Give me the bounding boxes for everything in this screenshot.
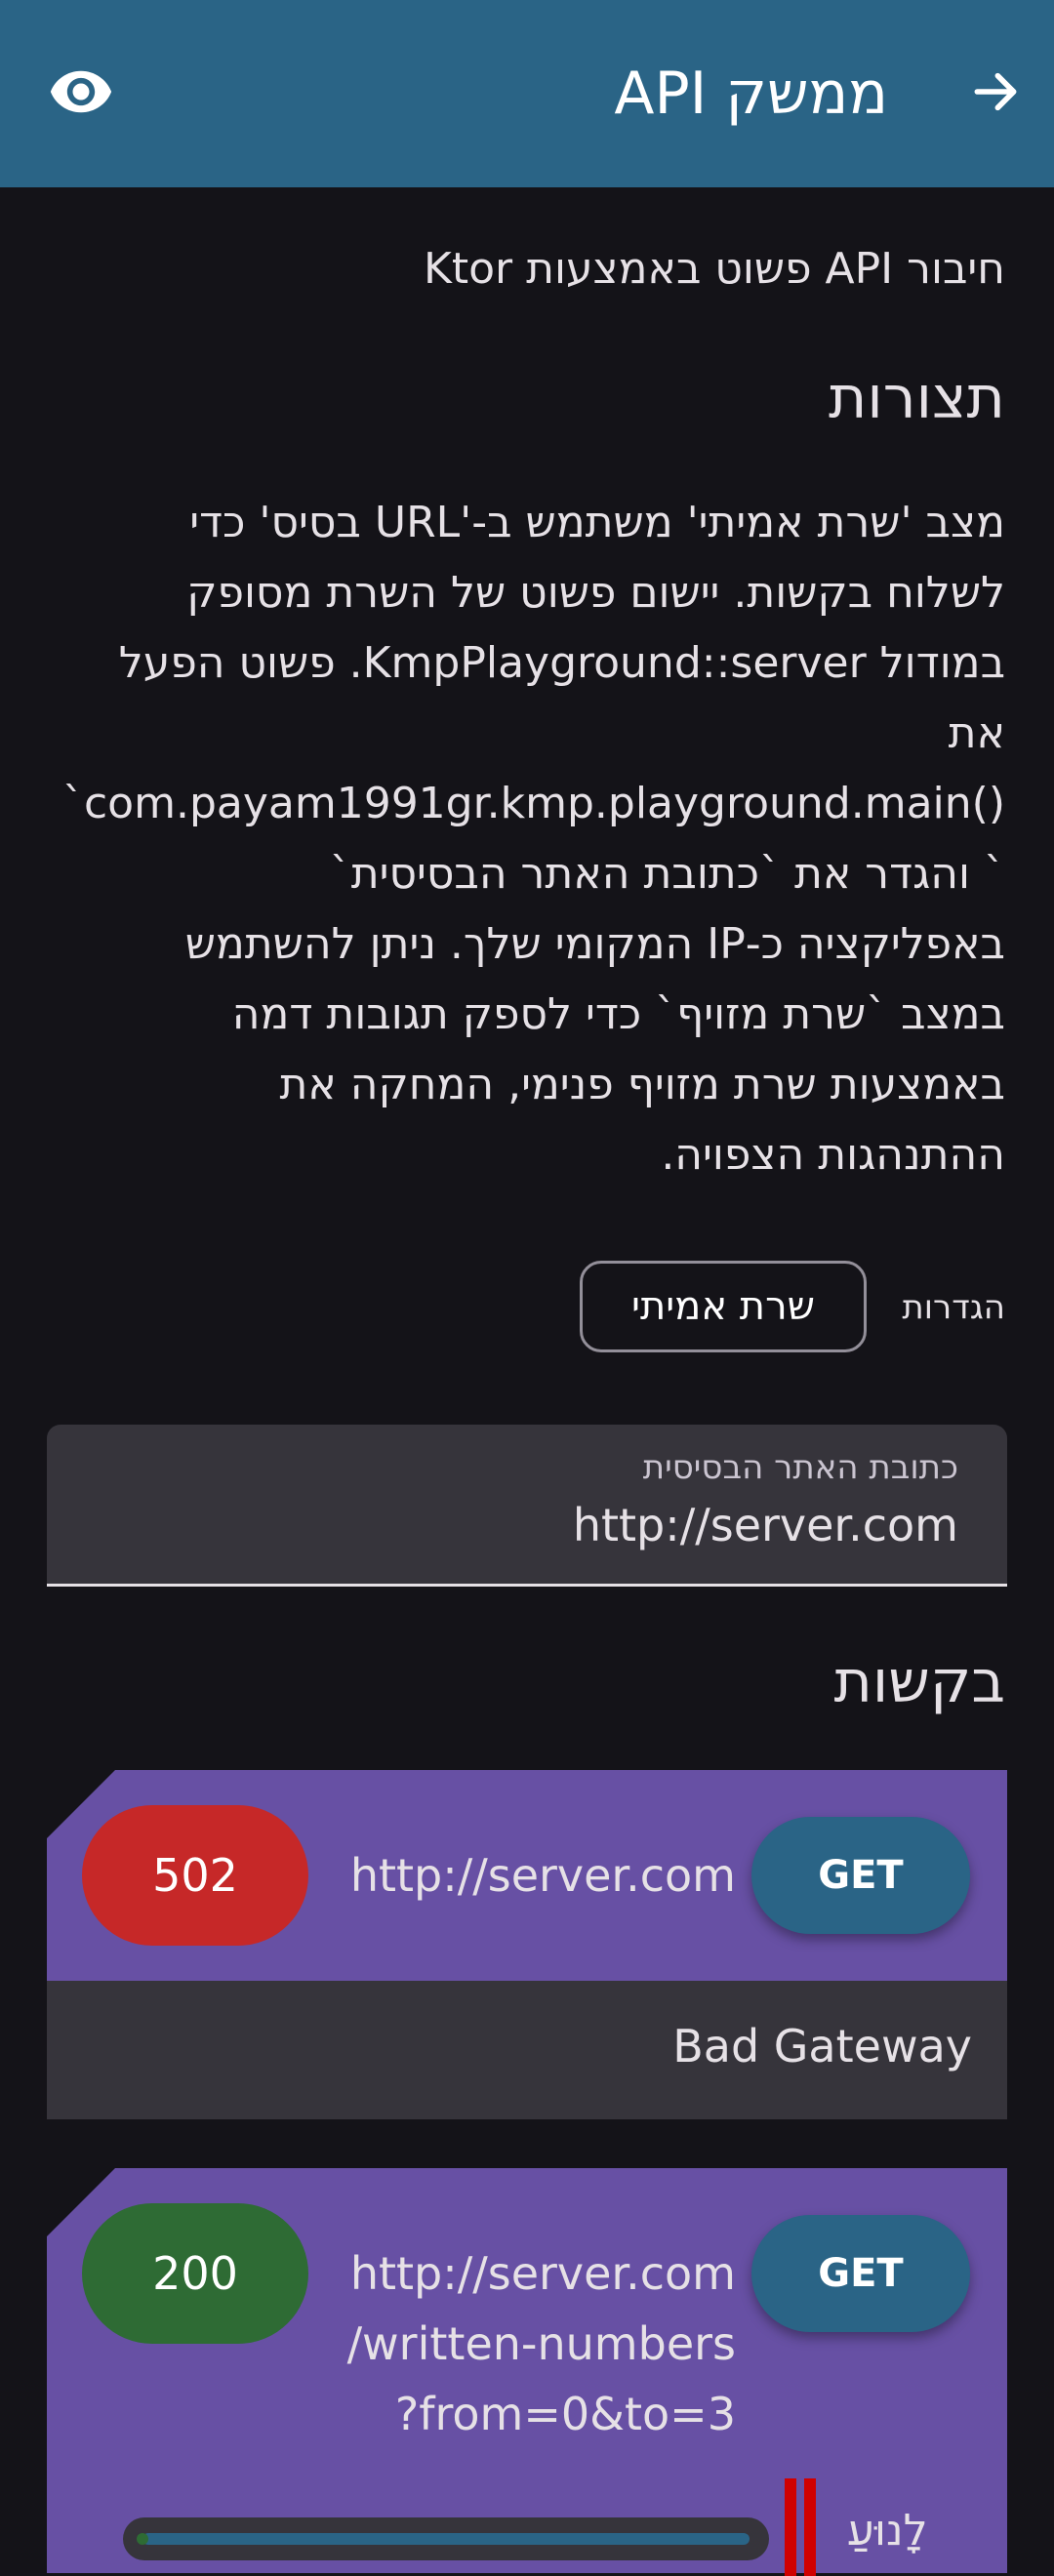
visibility-toggle-button[interactable] <box>45 60 117 123</box>
description-line: `com.payam1991gr.kmp.playground.main() <box>61 779 1005 828</box>
response-text: Bad Gateway <box>672 2020 972 2073</box>
back-button[interactable] <box>964 60 1027 123</box>
status-badge: 200 <box>82 2203 308 2344</box>
arrow-back-icon <box>974 72 1017 111</box>
description-line: מצב 'שרת אמיתי' משתמש ב-'URL בסיס' כדי <box>189 498 1005 547</box>
url-line: http://server.com <box>349 1849 736 1902</box>
page-title: ממשק API <box>614 60 888 128</box>
request-url: http://server.com <box>345 1840 736 1911</box>
config-heading: תצורות <box>828 364 1005 432</box>
config-description: מצב 'שרת אמיתי' משתמש ב-'URL בסיס' כדי ל… <box>29 488 1005 1190</box>
pause-icon[interactable] <box>785 2478 820 2576</box>
url-line: /written-numbers <box>346 2317 736 2370</box>
request-url: http://server.com /written-numbers ?from… <box>345 2238 736 2449</box>
status-badge: 502 <box>82 1805 308 1946</box>
method-button[interactable]: GET <box>751 1817 970 1934</box>
request-card-header: 502 http://server.com GET <box>47 1770 1007 1981</box>
server-mode-button[interactable]: שרת אמיתי <box>580 1261 867 1352</box>
settings-label: הגדרות <box>902 1288 1005 1327</box>
description-line: באמצעות שרת מזויף פנימי, המחקה את <box>279 1060 1005 1109</box>
base-url-input[interactable]: http://server.com <box>573 1499 958 1551</box>
progress-slider[interactable] <box>123 2517 769 2560</box>
response-body: Bad Gateway <box>47 1981 1007 2119</box>
base-url-field[interactable]: כתובת האתר הבסיסית http://server.com <box>47 1425 1007 1587</box>
progress-indicator <box>137 2533 148 2545</box>
top-app-bar: ממשק API <box>0 0 1054 187</box>
description-line: לשלוח בקשות. יישום פשוט של השרת מסופק <box>186 568 1005 618</box>
url-line: http://server.com <box>349 2247 736 2300</box>
requests-heading: בקשות <box>833 1648 1005 1716</box>
eye-icon <box>50 70 112 113</box>
description-line: במודול KmpPlayground::server. פשוט הפעל <box>118 638 1005 688</box>
page-subtitle: חיבור API פשוט באמצעות Ktor <box>424 244 1005 294</box>
move-label: לָנוּעַ <box>847 2506 928 2556</box>
description-line: ` והגדר את `כתובת האתר הבסיסית` <box>329 849 1005 899</box>
description-line: באפליקציה כ-IP המקומי שלך. ניתן להשתמש <box>184 919 1005 969</box>
method-button[interactable]: GET <box>751 2215 970 2332</box>
progress-fill <box>142 2533 750 2545</box>
description-line: ההתנהגות הצפויה. <box>661 1130 1005 1180</box>
base-url-label: כתובת האתר הבסיסית <box>642 1448 958 1487</box>
description-line: במצב `שרת מזויף` כדי לספק תגובות דמה <box>231 989 1005 1039</box>
url-line: ?from=0&to=3 <box>394 2388 736 2440</box>
description-line: את <box>948 708 1005 758</box>
